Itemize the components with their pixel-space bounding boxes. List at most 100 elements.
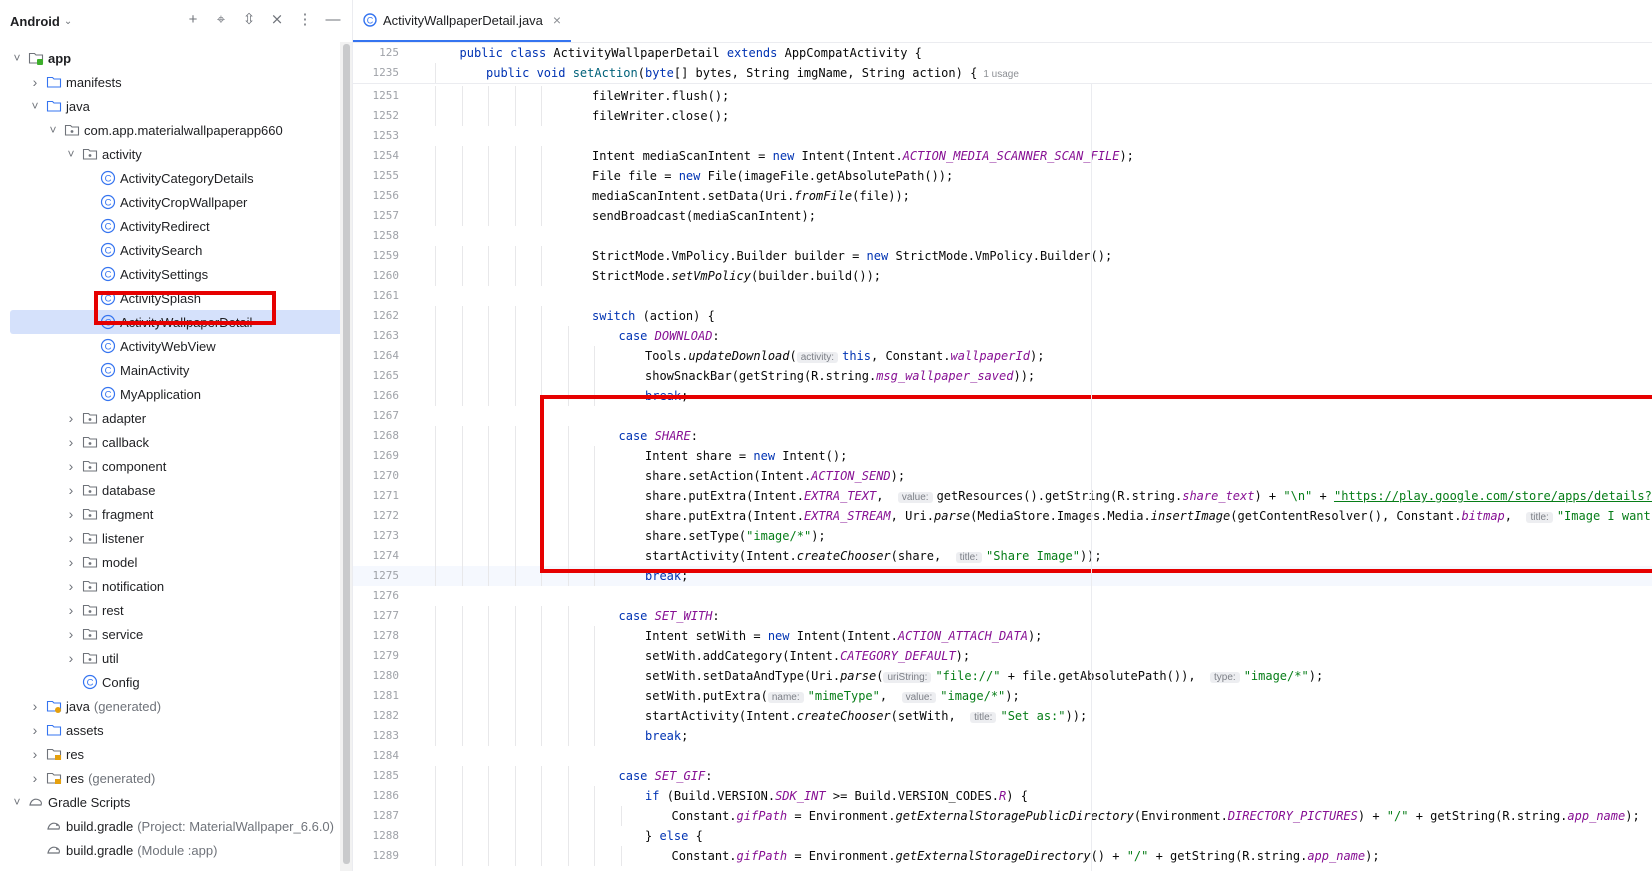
sidebar-scrollbar-thumb[interactable]	[343, 44, 350, 864]
code-line[interactable]: 1283 break;	[353, 726, 1652, 746]
chevron-right-icon[interactable]: ›	[64, 602, 78, 618]
project-view-selector[interactable]: Android	[10, 14, 60, 29]
expand-all-icon[interactable]: ⇳	[240, 10, 258, 30]
code-line[interactable]: 1276	[353, 586, 1652, 606]
indent-guide	[594, 646, 595, 666]
collapse-all-icon[interactable]: ⨯	[268, 10, 286, 30]
tree-item-activity[interactable]: ˅ activity	[0, 142, 340, 166]
tree-item-mainactivity[interactable]: C MainActivity	[0, 358, 340, 382]
code-line[interactable]: 1262 switch (action) {	[353, 306, 1652, 326]
tree-item-fragment[interactable]: › fragment	[0, 502, 340, 526]
chevron-right-icon[interactable]: ›	[64, 530, 78, 546]
code-line[interactable]: 1281 setWith.putExtra(name: "mimeType", va…	[353, 686, 1652, 706]
code-line[interactable]: 1288} else {	[353, 826, 1652, 846]
chevron-down-icon[interactable]: ˅	[46, 123, 60, 137]
code-line[interactable]: 1261	[353, 286, 1652, 306]
tree-item-build-gradle-project-materialwallpaper-6-6-0[interactable]: build.gradle (Project: MaterialWallpaper_…	[0, 814, 340, 838]
chevron-right-icon[interactable]: ›	[64, 434, 78, 450]
code-line[interactable]: 1264 Tools.updateDownload(activity: this, …	[353, 346, 1652, 366]
chevron-right-icon[interactable]: ›	[28, 746, 42, 762]
tree-item-activityredirect[interactable]: C ActivityRedirect	[0, 214, 340, 238]
code-line[interactable]: 1279 setWith.addCategory(Intent.CATEGORY_…	[353, 646, 1652, 666]
code-line[interactable]: 125 public class ActivityWallpaperDetail …	[353, 43, 1652, 63]
tree-item-activitysearch[interactable]: C ActivitySearch	[0, 238, 340, 262]
indent-guide	[514, 106, 516, 126]
tree-item-activitycategorydetails[interactable]: C ActivityCategoryDetails	[0, 166, 340, 190]
new-file-icon[interactable]: +	[184, 10, 202, 30]
tree-item-activitysettings[interactable]: C ActivitySettings	[0, 262, 340, 286]
code-line[interactable]: 1254 Intent mediaScanIntent = new Intent(…	[353, 146, 1652, 166]
chevron-right-icon[interactable]: ›	[28, 770, 42, 786]
tree-item-java-generated[interactable]: › java (generated)	[0, 694, 340, 718]
chevron-down-icon[interactable]: ˅	[28, 99, 42, 113]
tree-item-database[interactable]: › database	[0, 478, 340, 502]
code-line[interactable]: 1252 fileWriter.close();	[353, 106, 1652, 126]
chevron-right-icon[interactable]: ›	[28, 722, 42, 738]
code-line[interactable]: 1285 case SET_GIF:	[353, 766, 1652, 786]
tree-item-notification[interactable]: › notification	[0, 574, 340, 598]
chevron-right-icon[interactable]: ›	[28, 698, 42, 714]
tree-item-component[interactable]: › component	[0, 454, 340, 478]
tree-item-app[interactable]: ˅ app	[0, 46, 340, 70]
indent-guide	[541, 606, 542, 626]
tree-item-manifests[interactable]: › manifests	[0, 70, 340, 94]
chevron-down-icon[interactable]: ⌄	[64, 16, 72, 27]
chevron-down-icon[interactable]: ˅	[10, 51, 24, 65]
code-line[interactable]: 1256 mediaScanIntent.setData(Uri.fromFile…	[353, 186, 1652, 206]
tree-item-res[interactable]: › res	[0, 742, 340, 766]
code-line[interactable]: 1265 showSnackBar(getString(R.string.msg_…	[353, 366, 1652, 386]
code-line[interactable]: 1278 Intent setWith = new Intent(Intent.A…	[353, 626, 1652, 646]
code-line[interactable]: 1287 Constant.gifPath = Environment.getEx…	[353, 806, 1652, 826]
tree-item-rest[interactable]: › rest	[0, 598, 340, 622]
tree-item-service[interactable]: › service	[0, 622, 340, 646]
close-icon[interactable]: ×	[553, 12, 561, 28]
chevron-right-icon[interactable]: ›	[64, 410, 78, 426]
tree-item-activitywebview[interactable]: C ActivityWebView	[0, 334, 340, 358]
tree-item-activitycropwallpaper[interactable]: C ActivityCropWallpaper	[0, 190, 340, 214]
options-icon[interactable]: ⋮	[296, 10, 314, 30]
tree-item-myapplication[interactable]: C MyApplication	[0, 382, 340, 406]
code-line[interactable]: 1263 case DOWNLOAD:	[353, 326, 1652, 346]
tree-item-com-app-materialwallpaperapp660[interactable]: ˅ com.app.materialwallpaperapp660	[0, 118, 340, 142]
code-line[interactable]: 1258	[353, 226, 1652, 246]
chevron-right-icon[interactable]: ›	[64, 554, 78, 570]
chevron-down-icon[interactable]: ˅	[10, 795, 24, 809]
code-line[interactable]: 1259 StrictMode.VmPolicy.Builder builder …	[353, 246, 1652, 266]
tree-item-adapter[interactable]: › adapter	[0, 406, 340, 430]
usage-hint[interactable]: 1 usage	[983, 69, 1019, 80]
code-token: + file.getAbsolutePath()),	[1000, 669, 1210, 683]
chevron-right-icon[interactable]: ›	[64, 458, 78, 474]
code-line[interactable]: 1255 File file = new File(imageFile.getAb…	[353, 166, 1652, 186]
chevron-right-icon[interactable]: ›	[64, 482, 78, 498]
code-line[interactable]: 1282 startActivity(Intent.createChooser(s…	[353, 706, 1652, 726]
chevron-right-icon[interactable]: ›	[64, 506, 78, 522]
chevron-right-icon[interactable]: ›	[28, 74, 42, 90]
chevron-right-icon[interactable]: ›	[64, 650, 78, 666]
code-line[interactable]: 1284	[353, 746, 1652, 766]
code-line[interactable]: 1251 fileWriter.flush();	[353, 86, 1652, 106]
locate-icon[interactable]: ⌖	[212, 10, 230, 30]
code-line[interactable]: 1235 public void setAction(byte[] bytes, …	[353, 63, 1652, 83]
code-line[interactable]: 1277 case SET_WITH:	[353, 606, 1652, 626]
code-line[interactable]: 1257 sendBroadcast(mediaScanIntent);	[353, 206, 1652, 226]
tree-item-config[interactable]: C Config	[0, 670, 340, 694]
tab-activitywallpaperdetail[interactable]: C ActivityWallpaperDetail.java ×	[353, 0, 572, 42]
tree-item-assets[interactable]: › assets	[0, 718, 340, 742]
tree-item-build-gradle-module-app[interactable]: build.gradle (Module :app)	[0, 838, 340, 862]
tree-item-res-generated[interactable]: › res (generated)	[0, 766, 340, 790]
tree-item-gradle-scripts[interactable]: ˅ Gradle Scripts	[0, 790, 340, 814]
tree-item-model[interactable]: › model	[0, 550, 340, 574]
tree-item-callback[interactable]: › callback	[0, 430, 340, 454]
code-line[interactable]: 1260 StrictMode.setVmPolicy(builder.build…	[353, 266, 1652, 286]
tree-item-util[interactable]: › util	[0, 646, 340, 670]
chevron-right-icon[interactable]: ›	[64, 578, 78, 594]
tree-item-listener[interactable]: › listener	[0, 526, 340, 550]
code-line[interactable]: 1286 if (Build.VERSION.SDK_INT >= Build.V…	[353, 786, 1652, 806]
code-line[interactable]: 1289 Constant.gifPath = Environment.getEx…	[353, 846, 1652, 866]
hide-icon[interactable]: —	[324, 10, 342, 30]
code-line[interactable]: 1280 setWith.setDataAndType(Uri.parse(uri…	[353, 666, 1652, 686]
tree-item-java[interactable]: ˅ java	[0, 94, 340, 118]
code-line[interactable]: 1253	[353, 126, 1652, 146]
chevron-down-icon[interactable]: ˅	[64, 147, 78, 161]
chevron-right-icon[interactable]: ›	[64, 626, 78, 642]
